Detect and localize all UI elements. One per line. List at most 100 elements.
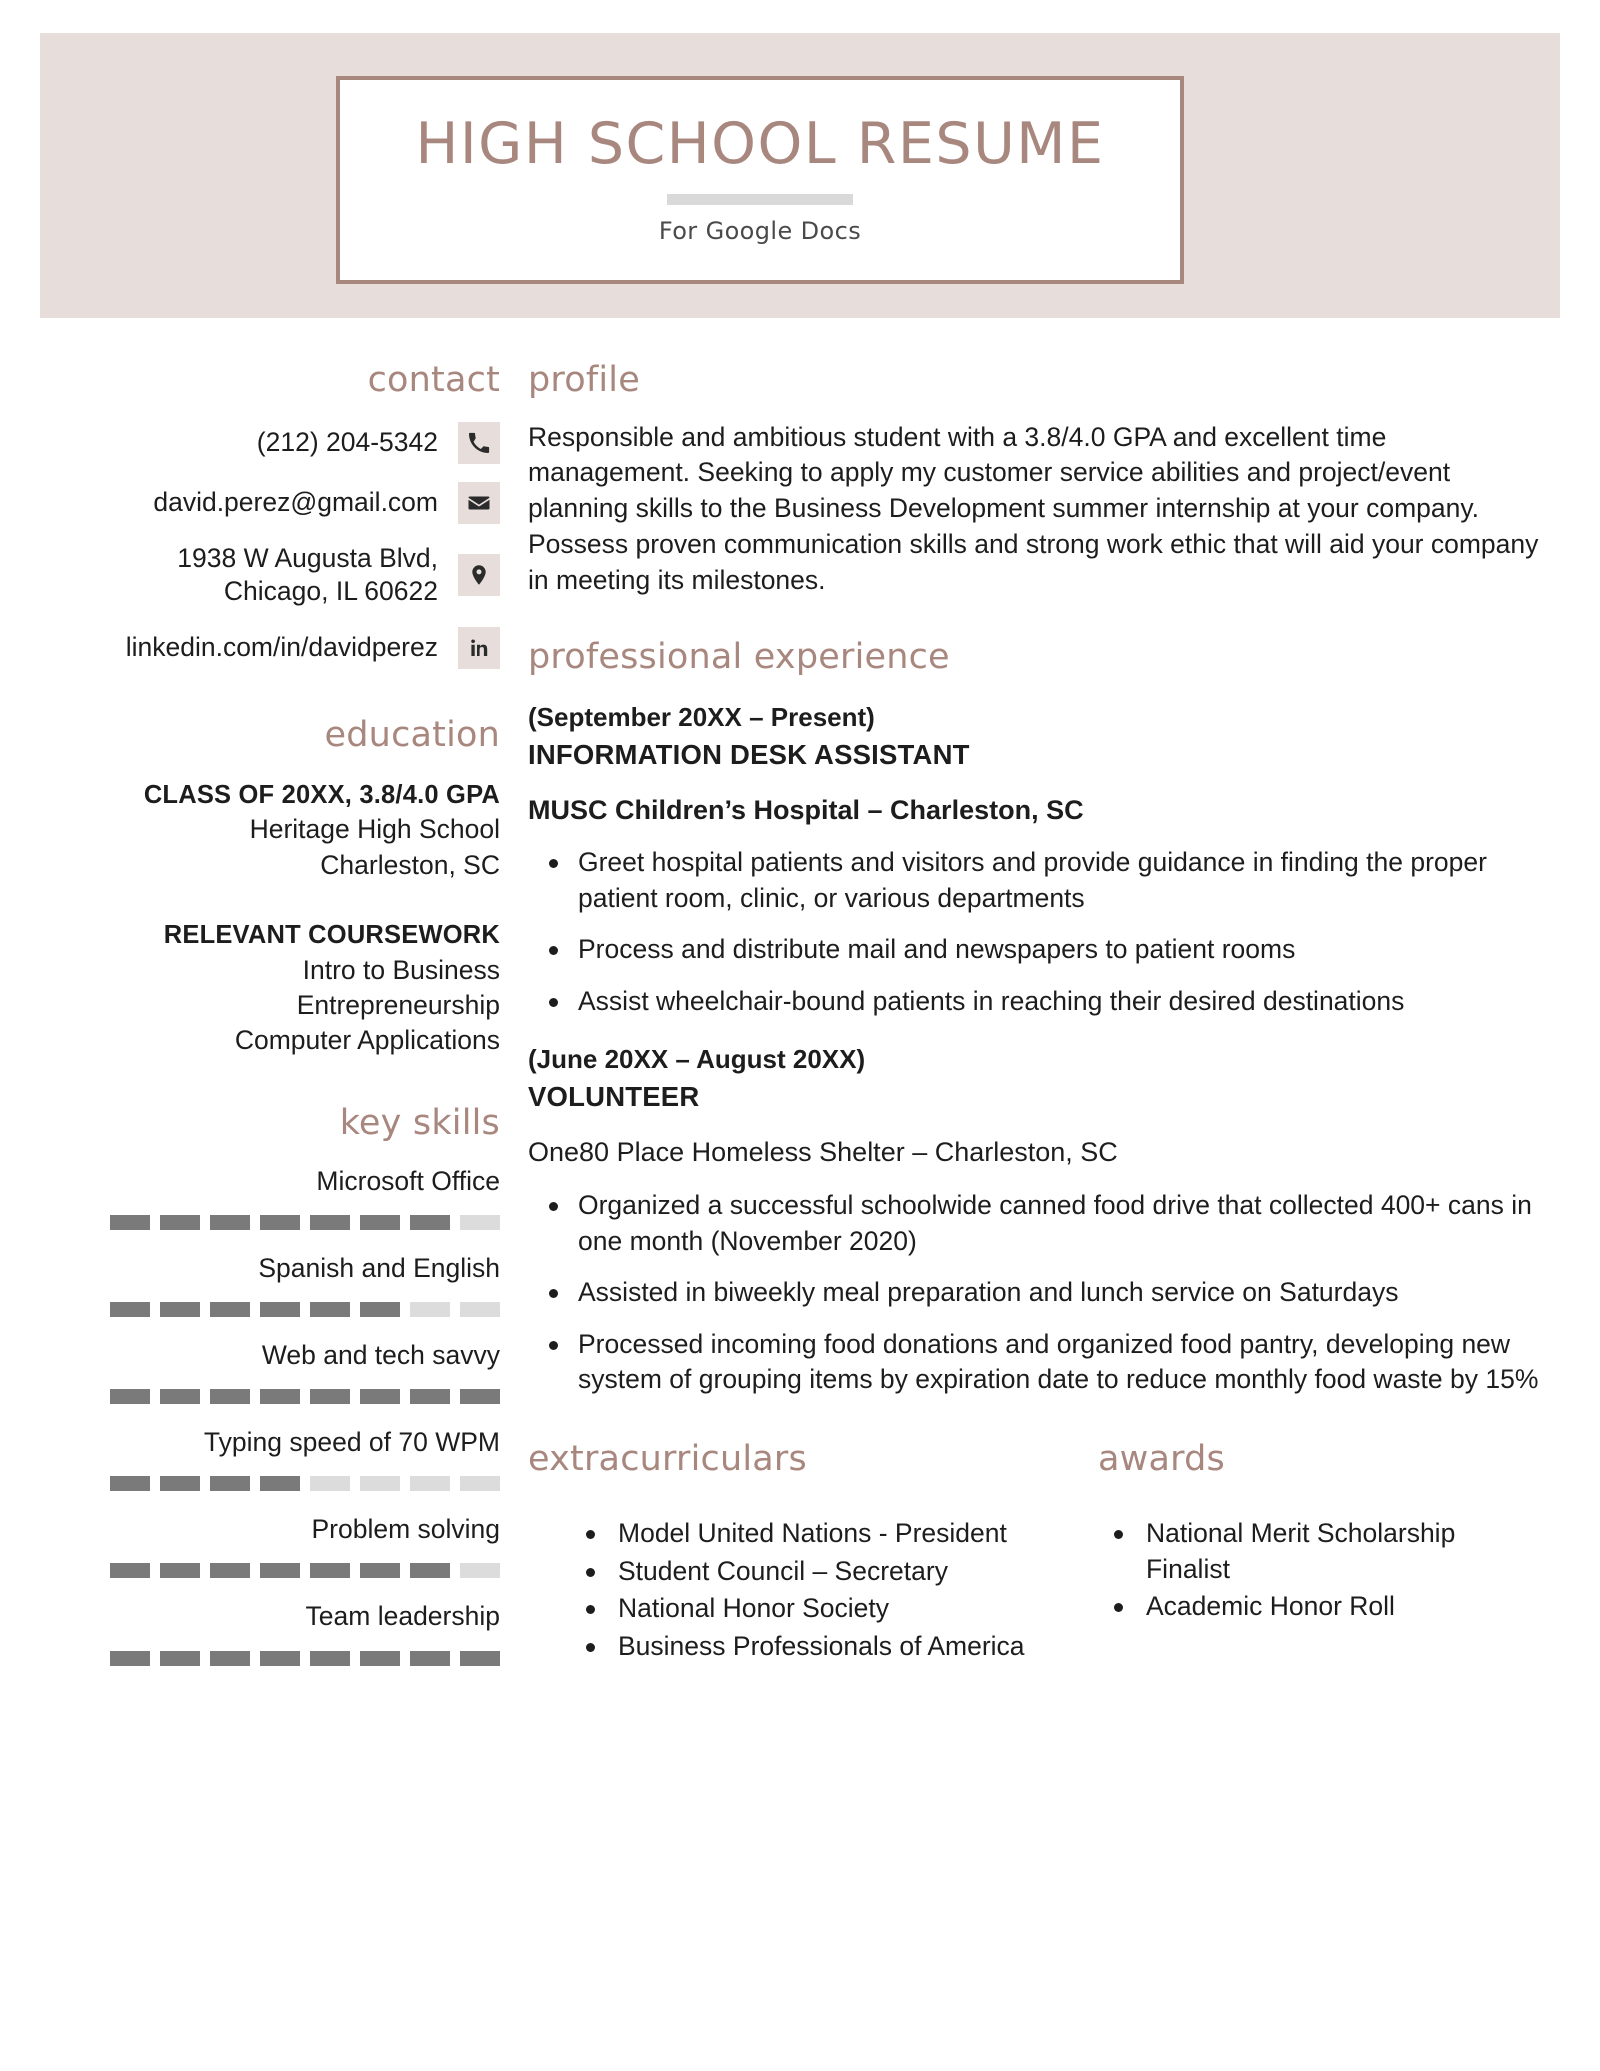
list-item: National Merit Scholarship Finalist [1098, 1516, 1518, 1587]
section-heading-profile: profile [528, 360, 640, 400]
contact-item-address[interactable]: 1938 W Augusta Blvd, Chicago, IL 60622 [40, 542, 500, 610]
section-heading-experience: professional experience [528, 637, 950, 678]
skill-segment [160, 1302, 200, 1318]
education-block: CLASS OF 20XX, 3.8/4.0 GPA Heritage High… [40, 779, 500, 1058]
skill-segment [360, 1650, 400, 1666]
skill-segment [360, 1389, 400, 1405]
contact-phone-text: (212) 204-5342 [256, 426, 438, 457]
skill-segment [110, 1476, 150, 1492]
skill-segment [360, 1302, 400, 1318]
resume-page: HIGH SCHOOL RESUME For Google Docs conta… [0, 0, 1600, 2071]
skill-segment [110, 1214, 150, 1230]
awards-list: National Merit Scholarship Finalist Acade… [1098, 1516, 1518, 1625]
skill-label: Spanish and English [258, 1252, 500, 1283]
skill-item: Web and tech savvy [40, 1339, 500, 1405]
skill-segment [160, 1389, 200, 1405]
contact-item-phone[interactable]: (212) 204-5342 [40, 421, 500, 464]
contact-email-text: david.perez@gmail.com [153, 486, 438, 517]
section-heading-awards: awards [1098, 1438, 1225, 1479]
job-organization: One80 Place Homeless Shelter – Charlesto… [528, 1137, 1118, 1168]
job-bullet-list: Organized a successful schoolwide canned… [528, 1188, 1548, 1398]
skill-segment [460, 1214, 500, 1230]
bottom-sections: extracurriculars Model United Nations - … [528, 1440, 1548, 1667]
skill-segment [260, 1302, 300, 1318]
profile-text: Responsible and ambitious student with a… [528, 421, 1539, 595]
job-bullet: Greet hospital patients and visitors and… [528, 845, 1548, 916]
education-school: Heritage High School [249, 814, 500, 845]
skill-segment [360, 1476, 400, 1492]
skill-segment [410, 1389, 450, 1405]
skill-segment [260, 1389, 300, 1405]
skill-rating-bar [40, 1214, 500, 1230]
linkedin-icon [458, 627, 500, 670]
section-heading-education: education [324, 715, 500, 756]
experience-entry: (June 20XX – August 20XX) VOLUNTEER One80 … [528, 1041, 1548, 1397]
skill-segment [360, 1214, 400, 1230]
skill-label: Typing speed of 70 WPM [203, 1427, 500, 1458]
key-skills-list: Microsoft Office Spanish and English Web a… [40, 1165, 500, 1666]
skill-segment [210, 1476, 250, 1492]
list-item: Academic Honor Roll [1098, 1589, 1518, 1625]
list-item: Model United Nations - President [528, 1516, 1098, 1552]
skill-segment [260, 1214, 300, 1230]
skill-segment [310, 1302, 350, 1318]
skill-item: Typing speed of 70 WPM [40, 1426, 500, 1492]
contact-item-email[interactable]: david.perez@gmail.com [40, 481, 500, 524]
experience-list: (September 20XX – Present) INFORMATION DE… [528, 699, 1548, 1398]
skill-segment [460, 1650, 500, 1666]
skill-segment [210, 1389, 250, 1405]
skill-label: Problem solving [311, 1514, 500, 1545]
location-pin-icon [458, 554, 500, 597]
coursework-item: Intro to Business [302, 954, 500, 985]
coursework-heading: RELEVANT COURSEWORK [163, 920, 500, 949]
skill-rating-bar [40, 1563, 500, 1579]
left-column: contact (212) 204-5342 david.perez@gmail… [40, 318, 500, 1666]
skill-segment [460, 1302, 500, 1318]
extracurriculars-section: extracurriculars Model United Nations - … [528, 1440, 1098, 1667]
header-divider [667, 193, 853, 205]
skill-segment [460, 1563, 500, 1579]
job-title: VOLUNTEER [528, 1081, 700, 1113]
skill-rating-bar [40, 1476, 500, 1492]
skill-segment [210, 1563, 250, 1579]
section-heading-key-skills: key skills [339, 1103, 500, 1144]
header-subtitle: For Google Docs [658, 216, 862, 245]
experience-entry: (September 20XX – Present) INFORMATION DE… [528, 699, 1548, 1020]
skill-segment [160, 1214, 200, 1230]
job-bullet: Assist wheelchair-bound patients in reac… [528, 984, 1548, 1020]
skill-label: Microsoft Office [316, 1165, 500, 1196]
skill-segment [460, 1476, 500, 1492]
skill-segment [360, 1563, 400, 1579]
skill-segment [310, 1214, 350, 1230]
skill-segment [310, 1389, 350, 1405]
skill-segment [410, 1563, 450, 1579]
awards-section: awards National Merit Scholarship Finali… [1098, 1440, 1518, 1667]
skill-rating-bar [40, 1650, 500, 1666]
skill-segment [410, 1650, 450, 1666]
phone-icon [458, 421, 500, 464]
skill-segment [210, 1650, 250, 1666]
contact-item-linkedin[interactable]: linkedin.com/in/davidperez [40, 627, 500, 670]
skill-segment [260, 1563, 300, 1579]
list-item: National Honor Society [528, 1591, 1098, 1627]
extracurriculars-list: Model United Nations - President Student … [528, 1516, 1098, 1664]
contact-address-text: 1938 W Augusta Blvd, Chicago, IL 60622 [177, 542, 458, 610]
list-item: Student Council – Secretary [528, 1554, 1098, 1590]
right-column: profile Responsible and ambitious studen… [528, 318, 1548, 1666]
envelope-icon [458, 481, 500, 524]
job-bullet: Organized a successful schoolwide canned… [528, 1188, 1548, 1259]
list-item: Business Professionals of America [528, 1629, 1098, 1665]
skill-segment [260, 1650, 300, 1666]
education-spacer [40, 883, 500, 919]
education-location: Charleston, SC [320, 849, 500, 880]
skill-rating-bar [40, 1302, 500, 1318]
contact-linkedin-text: linkedin.com/in/davidperez [125, 632, 438, 663]
skill-segment [160, 1563, 200, 1579]
skill-segment [110, 1389, 150, 1405]
skill-segment [310, 1563, 350, 1579]
skill-segment [310, 1650, 350, 1666]
job-bullet: Assisted in biweekly meal preparation an… [528, 1275, 1548, 1311]
skill-item: Microsoft Office [40, 1165, 500, 1230]
coursework-item: Computer Applications [234, 1025, 500, 1056]
skill-item: Spanish and English [40, 1252, 500, 1318]
